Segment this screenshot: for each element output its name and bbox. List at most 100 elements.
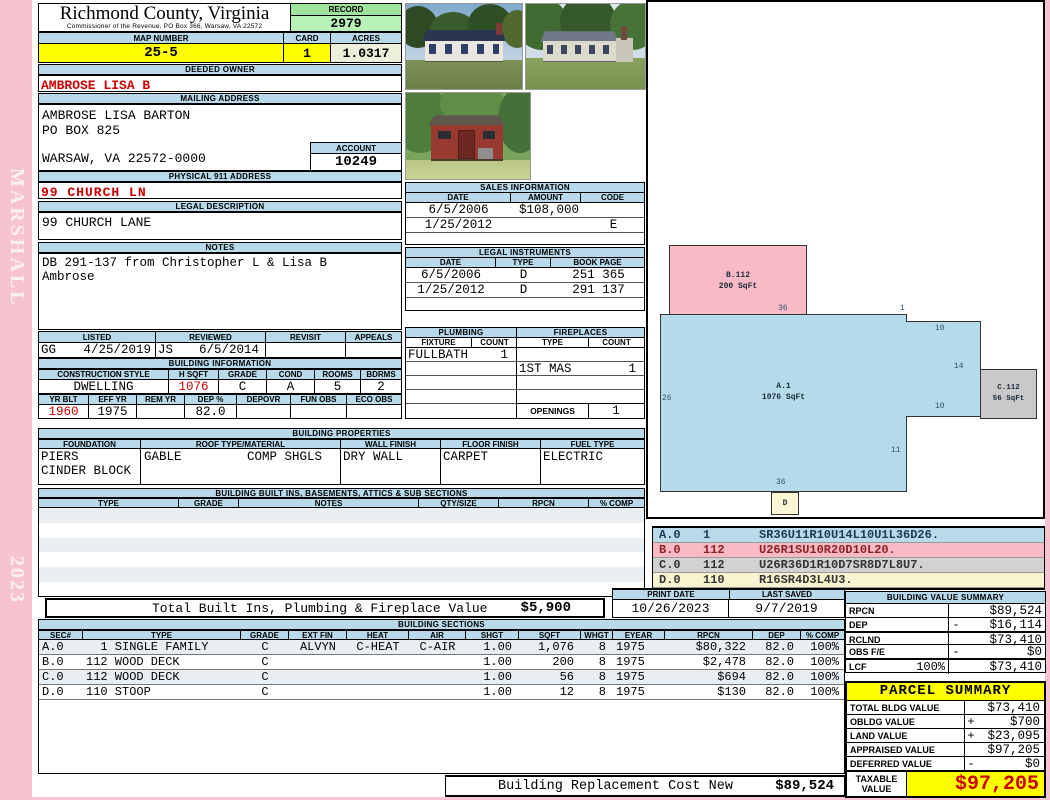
section-cell: 112 WOOD DECK [86, 655, 180, 669]
replacement-cost-bar: Building Replacement Cost New $89,524 [445, 775, 845, 797]
fireplace-type-value: 1ST MAS [519, 362, 572, 376]
section-cell: 100% [810, 670, 839, 684]
section-cell: 82.0 [765, 685, 794, 699]
dim-right-lower: 11 [891, 446, 901, 455]
instrument-date: 1/25/2012 [417, 283, 485, 297]
sketch-vector-row: A.0 1 SR36U11R10U14L10U1L36D26. [653, 528, 1044, 543]
property-photo-front[interactable] [405, 3, 523, 90]
listed-by: GG [41, 343, 57, 357]
taxable-label: TAXABLE VALUE [847, 772, 907, 796]
sketch-b-sqft: 200 SqFt [718, 282, 758, 291]
parcel-row-label: OBLDG VALUE [847, 715, 965, 729]
sections-col-header: AIR [408, 630, 465, 640]
section-cell: 200 [552, 655, 574, 669]
value-summary-op [949, 660, 963, 674]
sketch-area-c: C.112 56 SqFt [980, 369, 1037, 419]
foundation-label: FOUNDATION [38, 439, 140, 449]
sketch-vector-row: C.0 112 U26R36D1R10D7SR8D7L8U7. [653, 558, 1044, 573]
built-ins-total-label: Total Built Ins, Plumbing & Fireplace Va… [152, 600, 488, 616]
section-cell [347, 685, 409, 699]
margin-strip: MARSHALL 2023 [0, 0, 32, 800]
table-row: A.0 1 SINGLE FAMILY C ALVYN C-HEAT C-AIR 1.00… [39, 640, 844, 655]
property-photo-shed[interactable] [405, 92, 531, 180]
bi-rpcn-label: RPCN [498, 498, 588, 508]
print-date-value: 10/26/2023 [613, 600, 729, 617]
instrument-bookpage-label: BOOK PAGE [550, 258, 645, 268]
grade-value: C [218, 380, 266, 394]
cond-label: COND [266, 369, 314, 380]
dim-ext-top: 10 [935, 324, 945, 333]
legal-description-header: LEGAL DESCRIPTION [38, 201, 402, 212]
rooms-value: 5 [314, 380, 360, 394]
section-cell: 8 [598, 685, 606, 699]
sections-col-header: HEAT [346, 630, 408, 640]
section-cell: $130 [717, 685, 746, 699]
sales-empty-row [405, 233, 645, 245]
instrument-type-label: TYPE [495, 258, 550, 268]
sketch-c-sqft: 56 SqFt [992, 395, 1025, 403]
instrument-type: D [519, 283, 528, 297]
page-title: Richmond County, Virginia [59, 3, 270, 24]
sketch-c-id: C.112 [997, 384, 1020, 392]
bi-notes-label: NOTES [238, 498, 418, 508]
property-photo-side[interactable] [525, 3, 646, 90]
acres-label: ACRES [330, 32, 402, 44]
depovr-label: DEPOVR [236, 394, 290, 405]
section-cell [289, 670, 347, 684]
fixture-count-value: 1 [500, 348, 508, 362]
remyr-label: REM YR [136, 394, 184, 405]
sale-date: 6/5/2006 [428, 203, 489, 217]
print-date-label: PRINT DATE [613, 589, 729, 600]
parcel-row-op [965, 743, 977, 757]
record-value: 2979 [291, 16, 401, 31]
value-summary-op: - [952, 617, 960, 632]
instrument-row: 6/5/2006 D 251 365 [406, 268, 644, 283]
value-summary-label: DEP [846, 617, 949, 632]
section-cell [347, 670, 409, 684]
building-sections-empty [38, 700, 845, 774]
vector-path: U26R1SU10R20D10L20. [759, 543, 896, 557]
notes-line1: DB 291-137 from Christopher L & Lisa B [42, 256, 328, 270]
vector-id: A.0 [659, 528, 681, 542]
value-summary-label: RPCN [846, 604, 949, 618]
vector-area-code: 112 [703, 558, 725, 572]
print-info: PRINT DATE LAST SAVED 10/26/2023 9/7/201… [612, 588, 845, 618]
foundation-value-1: PIERS [41, 450, 79, 464]
sections-col-header: GRADE [240, 630, 288, 640]
effyr-label: EFF YR [88, 394, 136, 405]
roof-type-value: GABLE [144, 450, 182, 464]
listed-label: LISTED [38, 331, 155, 343]
parcel-summary-row: APPRAISED VALUE $97,205 [847, 742, 1044, 757]
last-saved-label: LAST SAVED [729, 589, 844, 600]
dim-step: 1 [900, 304, 905, 313]
remyr-value [136, 405, 184, 419]
parcel-row-label: APPRAISED VALUE [847, 743, 965, 757]
hsqft-value: 1076 [168, 380, 218, 394]
appeals-value [345, 343, 402, 358]
section-cell: C [261, 655, 269, 669]
parcel-row-op: + [967, 729, 975, 743]
vector-path: SR36U11R10U14L10U1L36D26. [759, 528, 940, 542]
revisit-value [265, 343, 345, 358]
section-cell: 82.0 [765, 670, 794, 684]
yrblt-label: YR BLT [38, 394, 88, 405]
map-number-value: 25-5 [38, 44, 283, 63]
instrument-date-label: DATE [405, 258, 495, 268]
reviewed-date: 6/5/2014 [198, 343, 259, 357]
replacement-cost-label: Building Replacement Cost New [498, 778, 733, 794]
bi-grade-label: GRADE [178, 498, 238, 508]
yrblt-value: 1960 [38, 405, 88, 419]
instruments-empty-row [405, 298, 645, 311]
vector-area-code: 112 [703, 543, 725, 557]
fireplaces-header: FIREPLACES [517, 328, 644, 338]
appeals-label: APPEALS [345, 331, 402, 343]
chimney [496, 22, 503, 35]
floor-finish-value: CARPET [440, 449, 540, 485]
section-cell: 8 [598, 655, 606, 669]
value-summary-value: $73,410 [989, 660, 1042, 675]
dim-top: 36 [778, 304, 788, 313]
garage-wing [616, 38, 634, 62]
legal-instruments-header: LEGAL INSTRUMENTS [405, 247, 645, 258]
value-summary-label: LCF 100% [846, 660, 949, 675]
building-information-header: BUILDING INFORMATION [38, 358, 402, 369]
